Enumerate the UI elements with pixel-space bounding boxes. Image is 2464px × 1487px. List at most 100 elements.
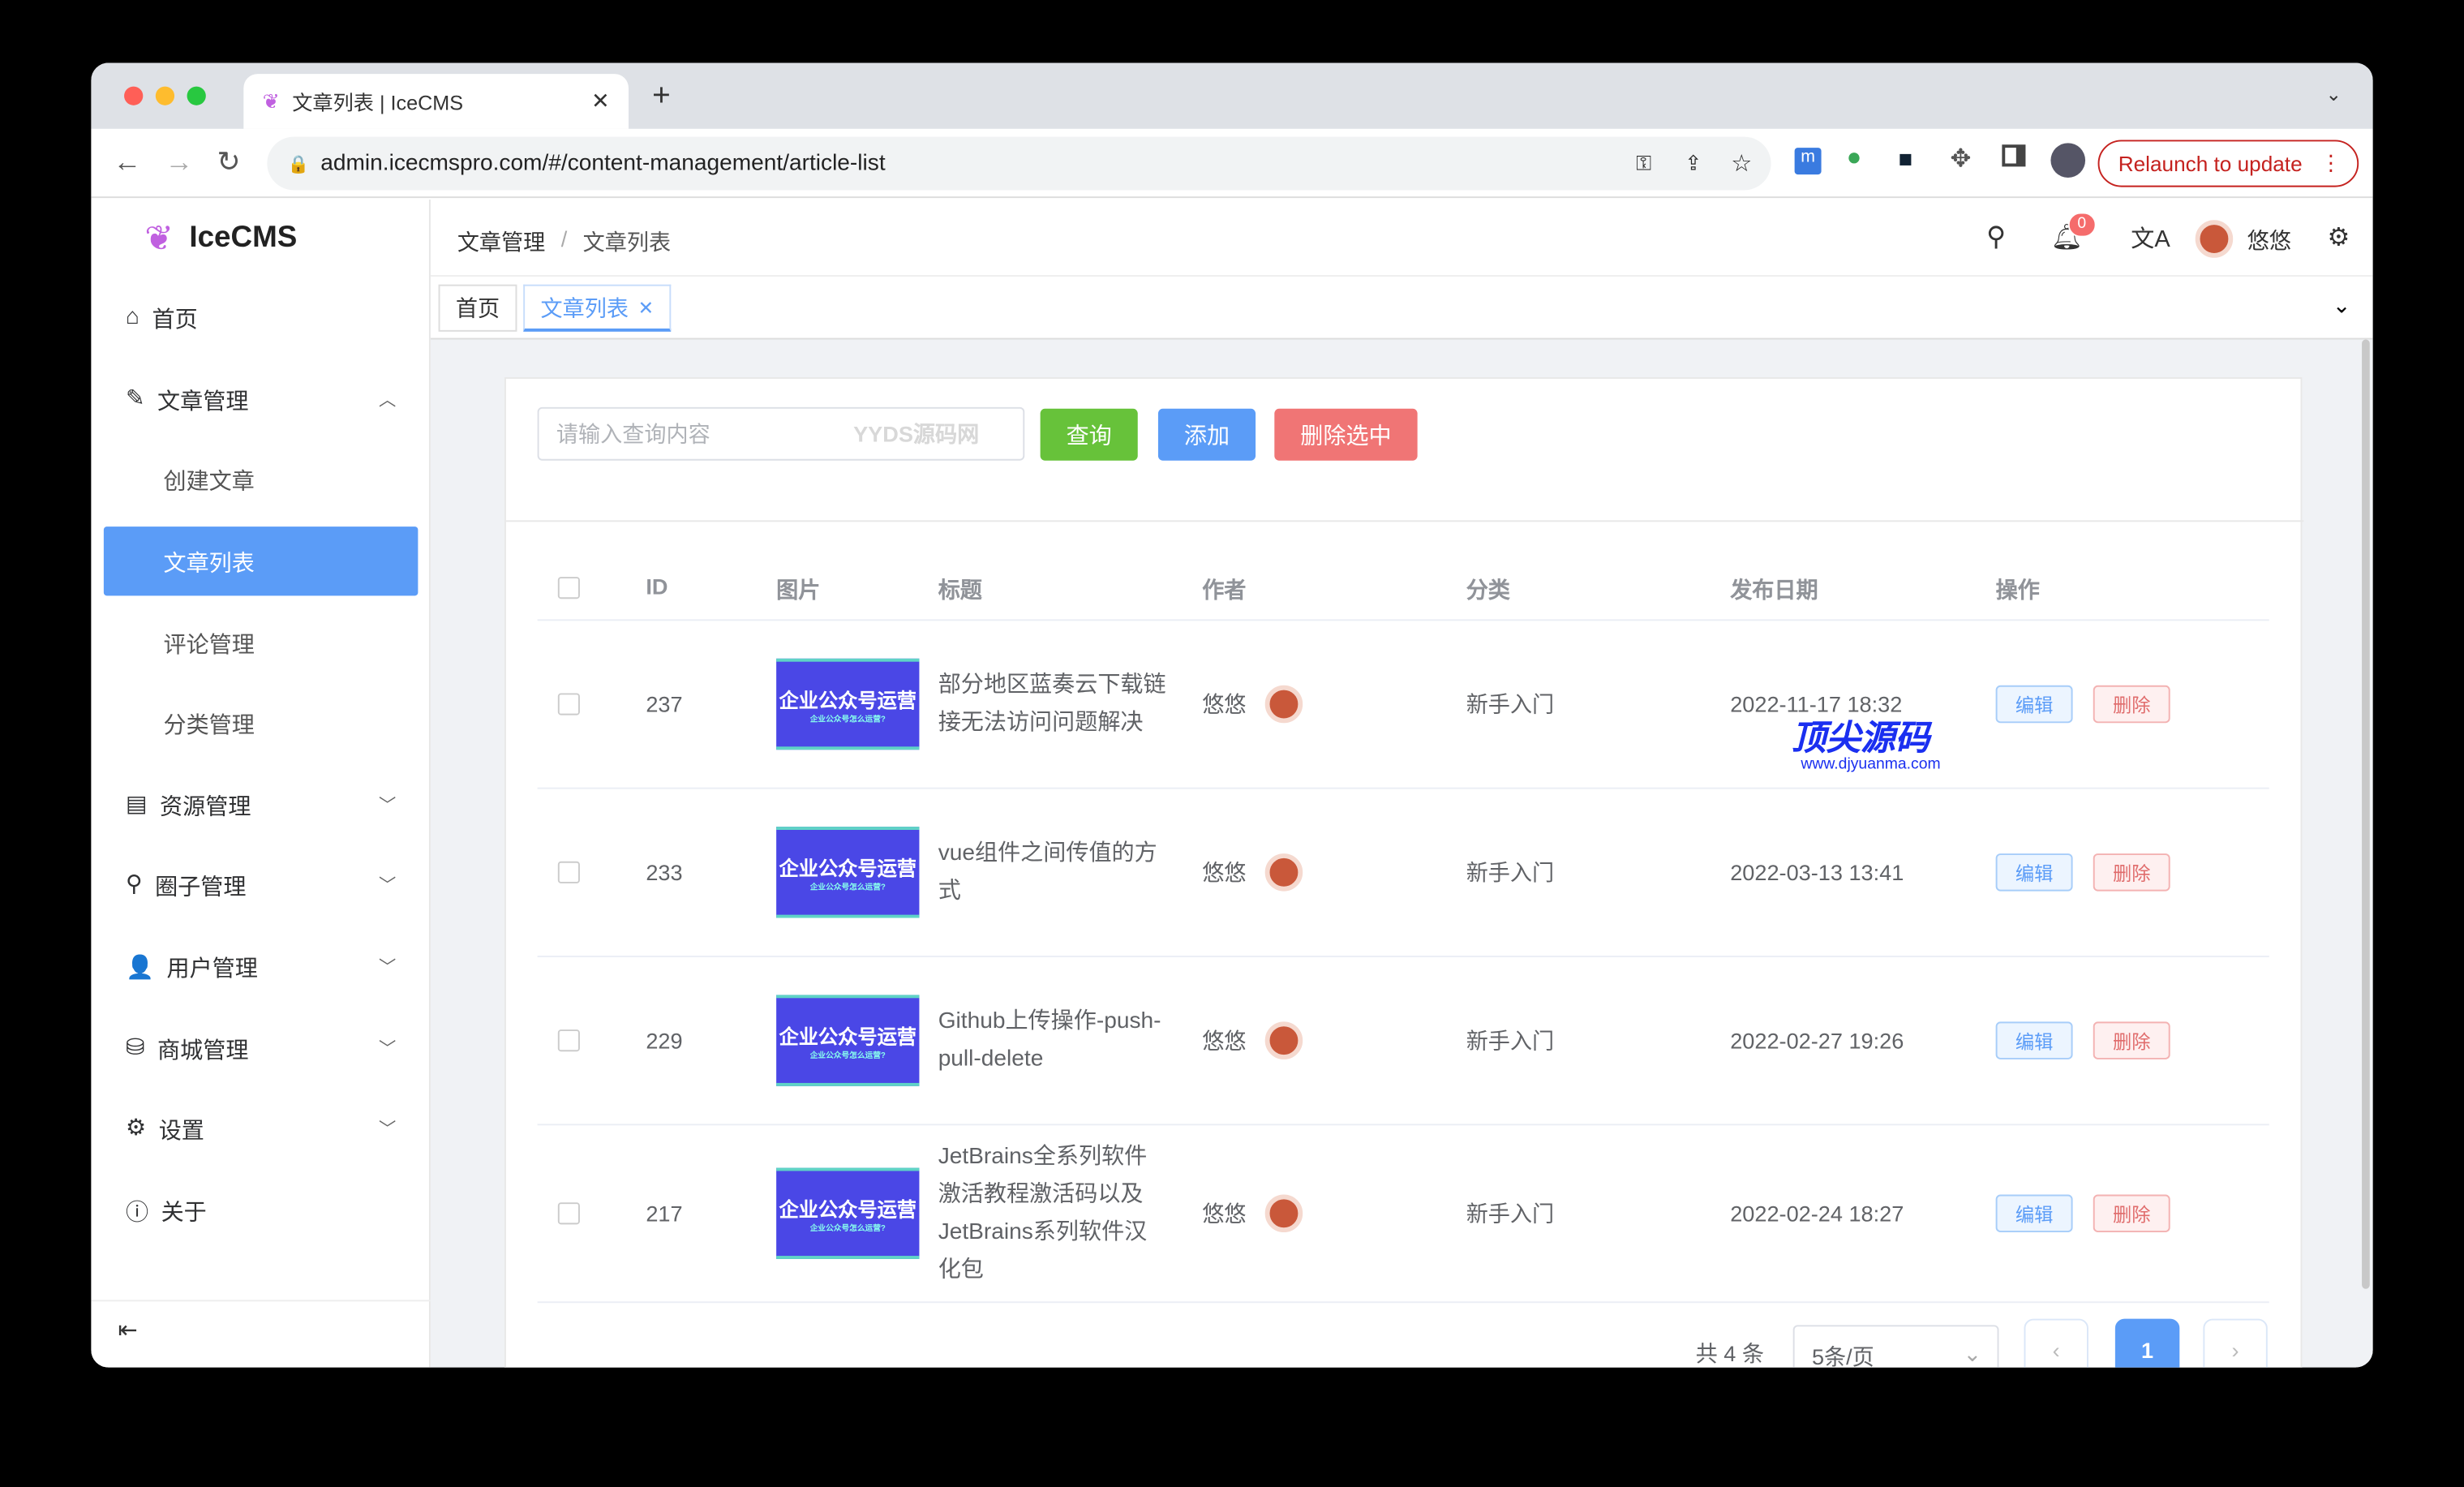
sidebar-item-label: 首页 (152, 301, 197, 334)
extensions-puzzle-icon[interactable]: ✥ (1950, 143, 1971, 174)
delete-button[interactable]: 删除 (2093, 685, 2170, 724)
button-label: 添加 (1184, 418, 1230, 451)
thumb-subtext: 企业公众号怎么运营? (810, 714, 886, 725)
cell-category: 新手入门 (1466, 1025, 1555, 1056)
cell-category: 新手入门 (1466, 857, 1555, 888)
extension-m-icon[interactable]: m (1795, 148, 1822, 174)
delete-button[interactable]: 删除 (2093, 1195, 2170, 1233)
cell-id: 237 (646, 692, 682, 717)
back-icon[interactable]: ← (114, 146, 142, 179)
collapse-sidebar-icon[interactable]: ⇤ (118, 1316, 137, 1344)
row-checkbox[interactable] (558, 1202, 580, 1224)
column-header: 标题 (938, 574, 982, 605)
row-checkbox[interactable] (558, 693, 580, 715)
tag-home[interactable]: 首页 (439, 285, 517, 332)
row-checkbox[interactable] (558, 862, 580, 883)
translate-icon[interactable]: 文A (2131, 221, 2170, 255)
thumb-text: 企业公众号运营 (779, 684, 916, 714)
tag-article-list[interactable]: 文章列表✕ (523, 285, 671, 332)
breadcrumb: 文章管理 / 文章列表 (457, 226, 671, 258)
page-1-button[interactable]: 1 (2115, 1319, 2179, 1368)
relaunch-button[interactable]: Relaunch to update⋮ (2098, 140, 2359, 187)
sidebar-item-circles[interactable]: ⚲圈子管理﹀ (91, 850, 431, 919)
bookmark-star-icon[interactable]: ☆ (1731, 149, 1752, 178)
column-header: 分类 (1466, 574, 1510, 605)
cell-id: 229 (646, 1028, 682, 1053)
sidebar-item-shop[interactable]: ⛁商城管理﹀ (91, 1014, 431, 1083)
sidebar-item-comments[interactable]: 评论管理 (91, 608, 431, 677)
profile-avatar[interactable] (2050, 143, 2085, 178)
select-all-checkbox[interactable] (558, 577, 580, 599)
edit-button[interactable]: 编辑 (1996, 853, 2073, 892)
user-avatar[interactable] (2196, 220, 2234, 258)
shop-icon: ⛁ (126, 1036, 145, 1061)
sidebar-item-resources[interactable]: ▤资源管理﹀ (91, 770, 431, 839)
extension-evernote-icon[interactable]: ● (1847, 144, 1862, 173)
tab-list-chevron-icon[interactable]: ⌄ (2326, 84, 2342, 105)
scrollbar[interactable] (2362, 340, 2370, 1289)
breadcrumb-item[interactable]: 文章管理 (457, 226, 546, 258)
browser-window: ❦ 文章列表 | IceCMS ✕ + ⌄ ← → ↻ 🔒 admin.icec… (91, 63, 2372, 1368)
minimize-window-button[interactable] (156, 87, 174, 105)
extension-camera-icon[interactable]: ■ (1899, 146, 1913, 173)
close-icon[interactable]: ✕ (638, 296, 654, 318)
add-button[interactable]: 添加 (1158, 409, 1256, 461)
table-row: 229 企业公众号运营企业公众号怎么运营? Github上传操作-push-pu… (538, 957, 2269, 1125)
delete-button[interactable]: 删除 (2093, 1021, 2170, 1059)
button-label: 编辑 (2015, 691, 2054, 718)
delete-selected-button[interactable]: 删除选中 (1274, 409, 1417, 461)
edit-button[interactable]: 编辑 (1996, 1021, 2073, 1059)
close-window-button[interactable] (124, 87, 143, 105)
logo-text: IceCMS (189, 221, 297, 256)
forward-icon[interactable]: → (165, 146, 193, 179)
next-page-button[interactable]: › (2203, 1319, 2267, 1368)
maximize-window-button[interactable] (187, 87, 206, 105)
home-icon: ⌂ (126, 305, 140, 330)
browser-tab[interactable]: ❦ 文章列表 | IceCMS ✕ (243, 74, 629, 129)
sidebar-item-users[interactable]: 👤用户管理﹀ (91, 932, 431, 1001)
query-button[interactable]: 查询 (1041, 409, 1138, 461)
row-checkbox[interactable] (558, 1029, 580, 1051)
chevron-down-icon: ﹀ (379, 1036, 396, 1061)
search-input[interactable]: 请输入查询内容 YYDS源码网 (538, 407, 1025, 461)
sidebar-item-categories[interactable]: 分类管理 (91, 689, 431, 758)
search-icon: ⚲ (126, 872, 143, 897)
reload-icon[interactable]: ↻ (217, 146, 240, 179)
more-menu-icon[interactable]: ⋮ (2320, 151, 2342, 176)
chevron-down-icon: ﹀ (379, 1116, 396, 1141)
tab-strip: ❦ 文章列表 | IceCMS ✕ + ⌄ (91, 63, 2372, 129)
user-name[interactable]: 悠悠 (2247, 225, 2291, 256)
notification-badge: 0 (2068, 213, 2096, 238)
sidebar-item-label: 创建文章 (164, 463, 255, 496)
sidebar-item-home[interactable]: ⌂ 首页 (91, 283, 431, 352)
share-icon[interactable]: ⇪ (1685, 151, 1702, 176)
article-thumbnail: 企业公众号运营企业公众号怎么运营? (776, 1168, 919, 1259)
edit-button[interactable]: 编辑 (1996, 685, 2073, 724)
gear-icon[interactable]: ⚙ (2327, 221, 2350, 253)
table-row: 217 企业公众号运营企业公众号怎么运营? JetBrains全系列软件激活教程… (538, 1125, 2269, 1303)
sidebar-item-article-list[interactable]: 文章列表 (104, 526, 419, 595)
sidebar-item-settings[interactable]: ⚙设置﹀ (91, 1094, 431, 1163)
key-icon[interactable]: ⚿ (1636, 151, 1651, 176)
url-input[interactable]: 🔒 admin.icecmspro.com/#/content-manageme… (267, 137, 1771, 191)
close-tab-icon[interactable]: ✕ (591, 88, 610, 115)
sidebar-item-article-mgmt[interactable]: ✎文章管理︿ (91, 365, 431, 434)
thumb-subtext: 企业公众号怎么运营? (810, 1223, 886, 1234)
tab-title: 文章列表 | IceCMS (292, 87, 463, 117)
edit-icon: ✎ (126, 387, 145, 412)
sidebar-item-create-article[interactable]: 创建文章 (91, 445, 431, 514)
table-row: 233 企业公众号运营企业公众号怎么运营? vue组件之间传值的方式 悠悠 新手… (538, 789, 2269, 957)
sidebar-item-about[interactable]: ⓘ关于 (91, 1175, 431, 1244)
url-text: admin.icecmspro.com/#/content-management… (320, 151, 885, 176)
search-icon[interactable]: ⚲ (1986, 221, 2006, 253)
prev-page-button[interactable]: ‹ (2024, 1319, 2088, 1368)
chevron-down-icon[interactable]: ⌄ (2333, 292, 2351, 319)
watermark-logo: 顶尖源码 (1792, 711, 1930, 761)
edit-button[interactable]: 编辑 (1996, 1195, 2073, 1233)
logo[interactable]: ❦IceCMS (144, 218, 297, 259)
next-icon: › (2232, 1338, 2239, 1363)
new-tab-button[interactable]: + (652, 79, 671, 115)
delete-button[interactable]: 删除 (2093, 853, 2170, 892)
page-size-select[interactable]: 5条/页⌄ (1793, 1325, 1999, 1367)
side-panel-icon[interactable] (2002, 144, 2025, 166)
